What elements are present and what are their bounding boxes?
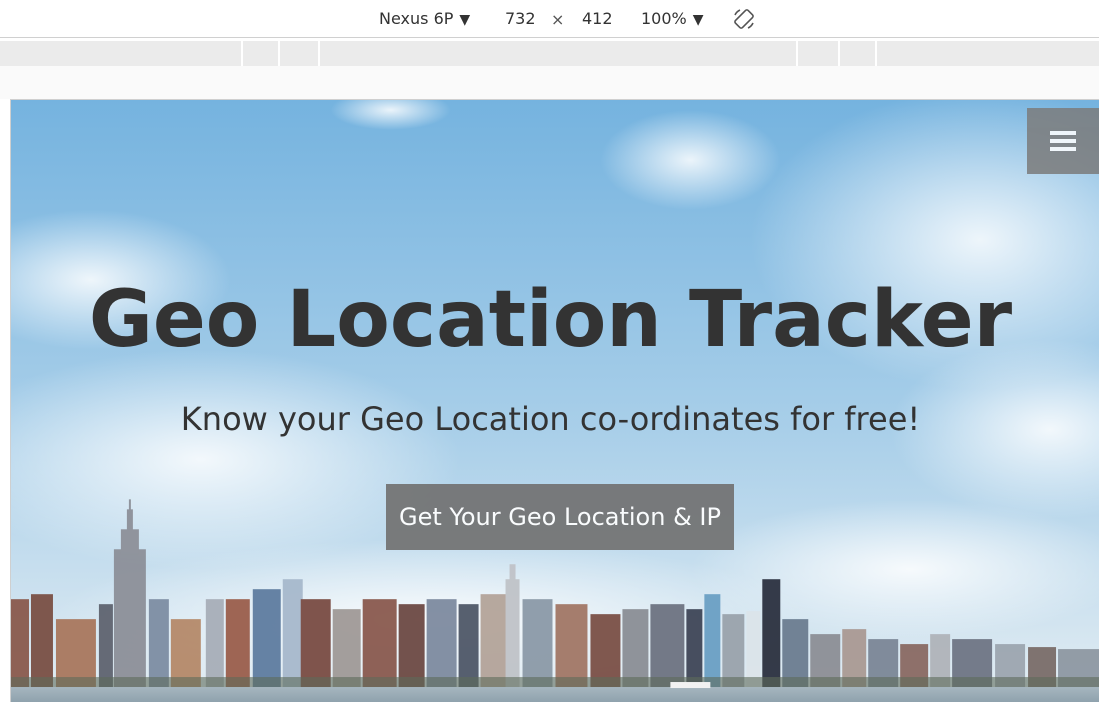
media-query-segment[interactable]	[320, 41, 798, 66]
get-geo-location-button[interactable]: Get Your Geo Location & IP	[386, 484, 734, 550]
device-name: Nexus 6P	[379, 9, 454, 28]
media-query-segment[interactable]	[798, 41, 840, 66]
page-title: Geo Location Tracker	[88, 275, 1013, 365]
page-subtitle: Know your Geo Location co-ordinates for …	[180, 400, 921, 438]
rotate-icon[interactable]	[733, 8, 755, 30]
zoom-value: 100%	[641, 9, 687, 28]
media-query-segment[interactable]	[280, 41, 320, 66]
hamburger-menu-button[interactable]	[1027, 108, 1099, 174]
zoom-select[interactable]: 100% ▼	[641, 9, 704, 30]
device-toolbar: Nexus 6P ▼ 732 × 412 100% ▼	[0, 0, 1099, 38]
device-dropdown-caret-icon: ▼	[459, 12, 471, 28]
media-query-segment[interactable]	[877, 41, 1099, 66]
media-query-bar	[0, 41, 1099, 66]
media-query-segment[interactable]	[840, 41, 877, 66]
media-query-segment[interactable]	[243, 41, 280, 66]
viewport-width-field[interactable]: 732	[505, 9, 536, 29]
emulated-viewport: Geo Location Tracker Know your Geo Locat…	[10, 99, 1099, 702]
device-canvas-background	[0, 66, 1099, 99]
dimension-separator: ×	[551, 10, 565, 29]
viewport-height-field[interactable]: 412	[582, 9, 613, 29]
hamburger-menu-icon	[1050, 131, 1076, 151]
zoom-dropdown-caret-icon: ▼	[692, 12, 704, 28]
media-query-segment[interactable]	[0, 41, 243, 66]
device-select[interactable]: Nexus 6P ▼	[379, 9, 470, 30]
